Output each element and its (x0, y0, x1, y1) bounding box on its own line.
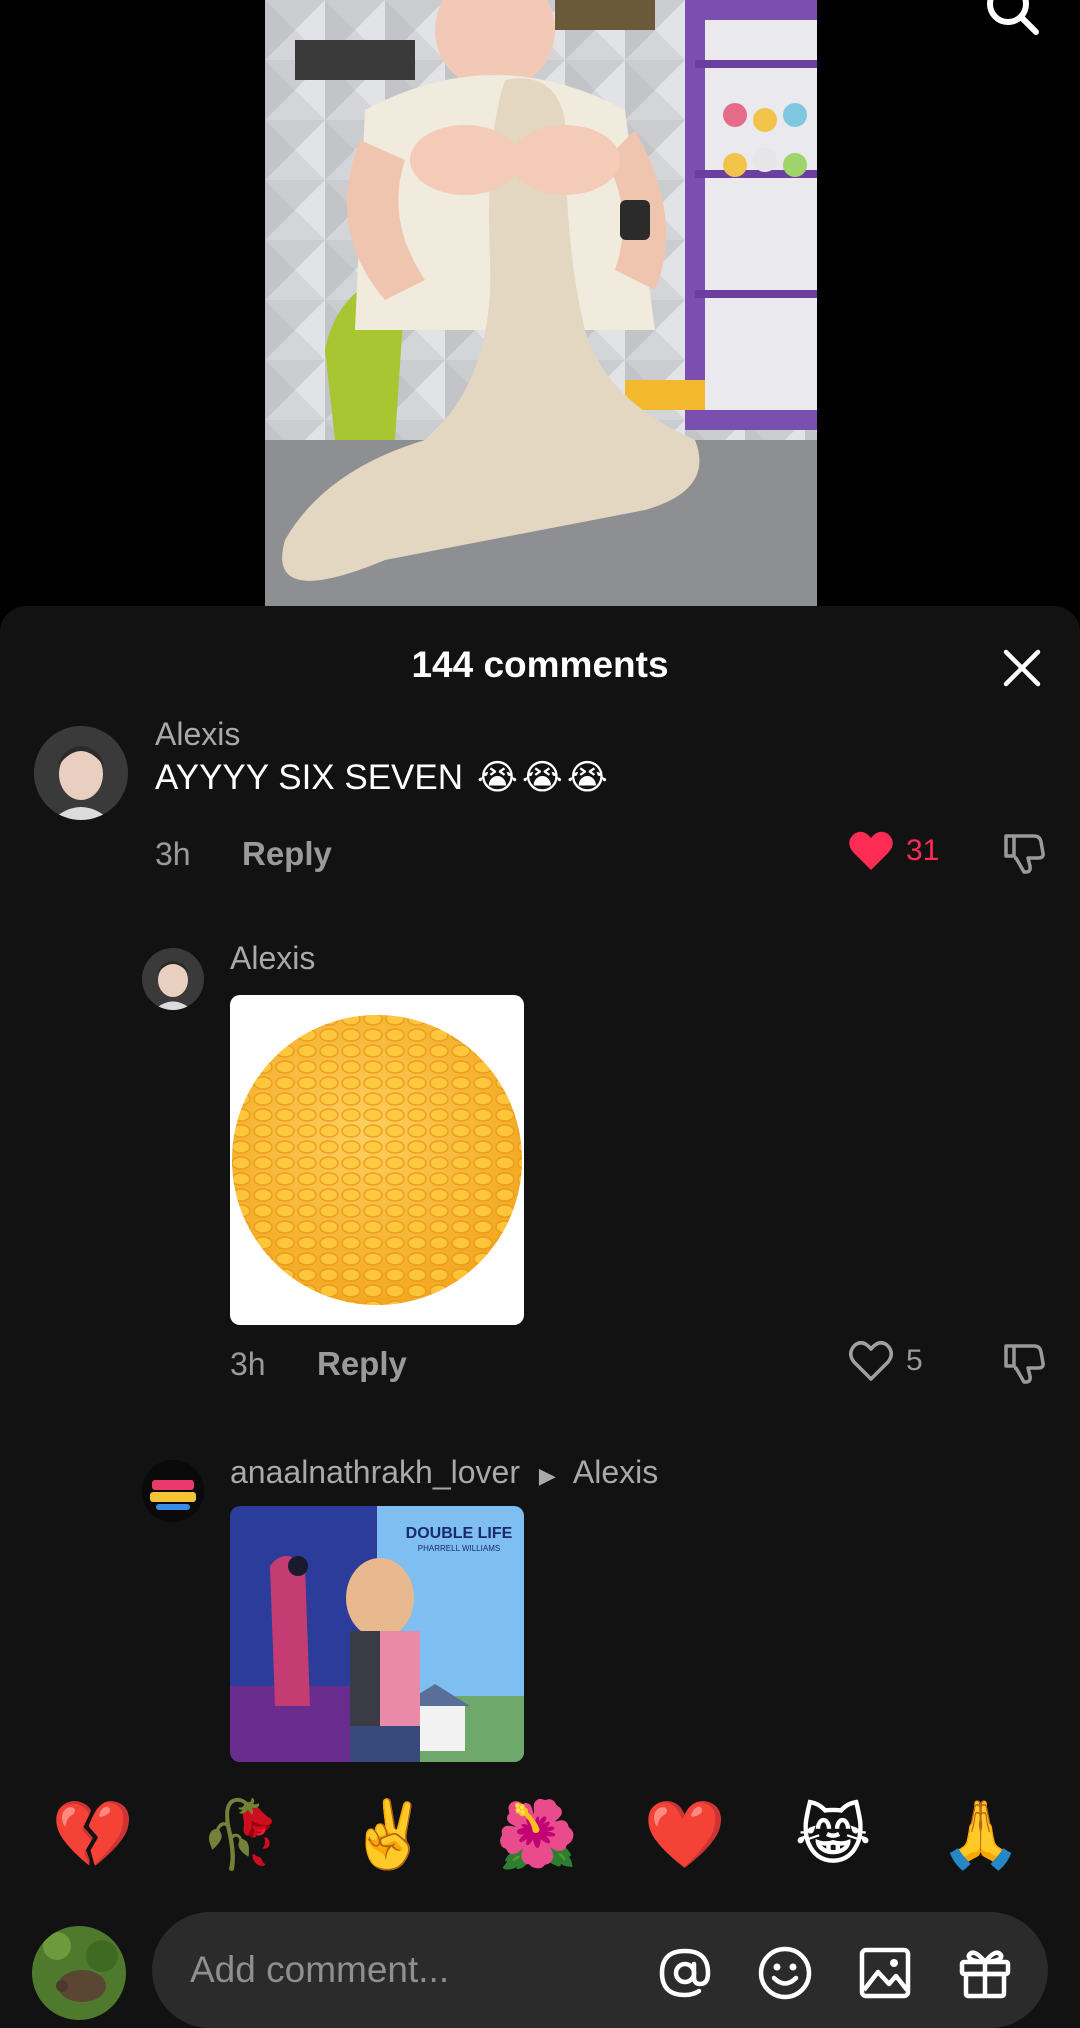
emoji-icon[interactable] (756, 1944, 814, 2002)
corn-ball-image (232, 1015, 522, 1305)
red-heart-emoji[interactable]: ❤️ (640, 1790, 730, 1880)
video-player[interactable] (0, 0, 1080, 610)
video-frame[interactable] (265, 0, 817, 610)
comments-count-title: 144 comments (411, 644, 669, 685)
close-icon[interactable] (1000, 646, 1044, 690)
comment-timestamp: 3h (155, 836, 191, 872)
reply-button[interactable]: Reply (242, 835, 332, 873)
comment-text: AYYYY SIX SEVEN 😭 😭 😭 (155, 758, 608, 798)
like-count: 31 (906, 834, 940, 867)
crying-emoji: 😭 (566, 758, 608, 797)
broken-heart-emoji[interactable]: 💔 (48, 1790, 138, 1880)
comment-input[interactable] (190, 1912, 670, 2028)
reply-arrow-icon: ▶ (538, 1463, 556, 1488)
poster-subtitle: PHARRELL WILLIAMS (417, 1544, 501, 1553)
comment-username[interactable]: anaalnathrakh_lover (230, 1454, 520, 1490)
crying-emoji: 😭 (521, 758, 563, 797)
like-count: 5 (906, 1344, 923, 1377)
avatar-image (142, 948, 204, 1010)
avatar-image (34, 726, 128, 820)
comment-composer (0, 1900, 1080, 2028)
reply-to-username[interactable]: Alexis (573, 1454, 658, 1490)
dislike-icon[interactable] (1000, 828, 1048, 876)
wilted-rose-emoji[interactable]: 🥀 (196, 1790, 286, 1880)
comment-input-box[interactable] (152, 1912, 1048, 2028)
comments-sheet: 144 comments Alexis AYYYY SIX SEVEN 😭 😭 … (0, 606, 1080, 2028)
like-button[interactable]: 31 (848, 830, 939, 872)
avatar[interactable] (142, 948, 204, 1010)
comment-timestamp: 3h (230, 1346, 266, 1382)
video-still (265, 0, 817, 610)
comment-image-poster[interactable]: DOUBLE LIFE PHARRELL WILLIAMS (230, 1506, 524, 1762)
heart-outline-icon (849, 1341, 893, 1381)
poster-title: DOUBLE LIFE (405, 1525, 513, 1542)
comment-image-corn-ball[interactable] (230, 995, 524, 1325)
image-icon[interactable] (856, 1944, 914, 2002)
comment-username[interactable]: Alexis (230, 940, 315, 977)
hibiscus-emoji[interactable]: 🌺 (492, 1790, 582, 1880)
crying-emoji: 😭 (477, 758, 518, 797)
my-avatar[interactable] (32, 1926, 126, 2020)
comment-body: AYYYY SIX SEVEN (155, 758, 464, 797)
cat-tears-of-joy-emoji[interactable]: 😹 (788, 1790, 878, 1880)
reply-header: anaalnathrakh_lover ▶ Alexis (230, 1454, 658, 1491)
dislike-icon[interactable] (1000, 1338, 1048, 1386)
avatar[interactable] (34, 726, 128, 820)
comment-username[interactable]: Alexis (155, 716, 240, 753)
like-button[interactable]: 5 (848, 1340, 923, 1382)
search-icon[interactable] (982, 0, 1042, 42)
quick-emoji-bar: 💔 🥀 ✌️ 🌺 ❤️ 😹 🙏 (0, 1790, 1080, 1890)
reply-button[interactable]: Reply (317, 1345, 407, 1383)
at-icon[interactable] (656, 1944, 714, 2002)
gift-icon[interactable] (956, 1944, 1014, 2002)
my-avatar-image (32, 1926, 126, 2020)
avatar[interactable] (142, 1460, 204, 1522)
avatar-image (142, 1460, 204, 1522)
victory-hand-emoji[interactable]: ✌️ (344, 1790, 434, 1880)
folded-hands-emoji[interactable]: 🙏 (936, 1790, 1026, 1880)
heart-filled-icon (849, 831, 893, 870)
